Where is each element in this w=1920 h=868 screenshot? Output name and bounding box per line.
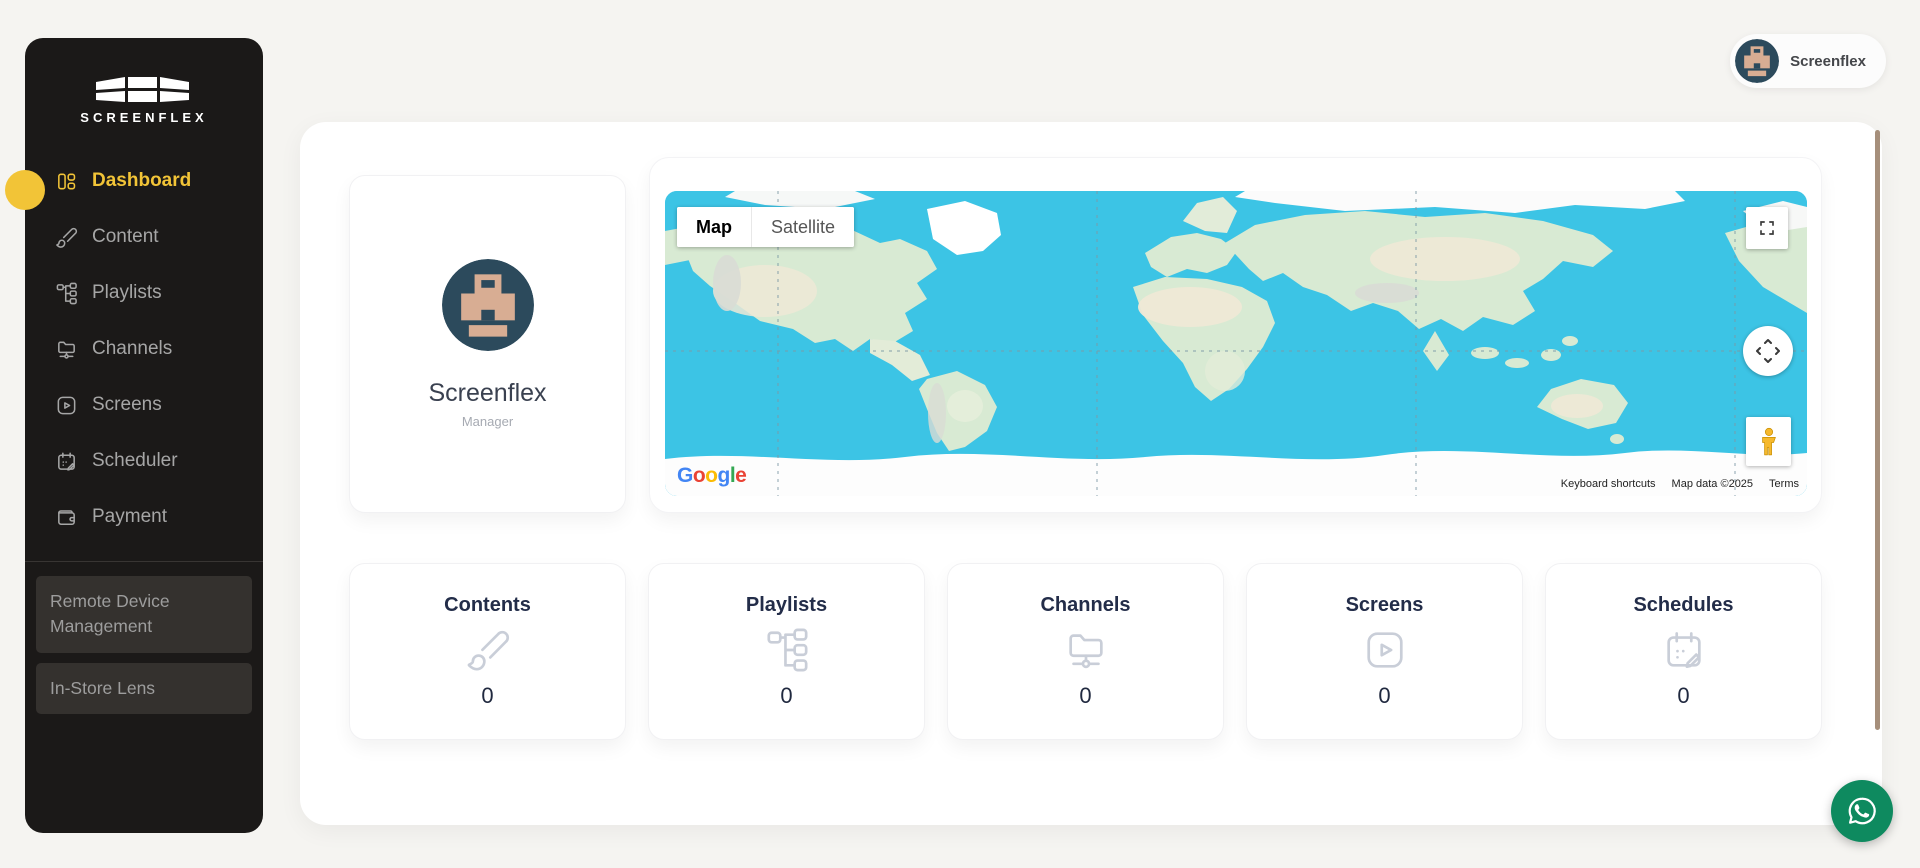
brand-logo: SCREENFLEX <box>25 38 263 125</box>
main-content-card: Screenflex Manager <box>300 122 1882 825</box>
stat-label: Channels <box>1040 594 1130 617</box>
pan-arrows-icon <box>1753 336 1783 366</box>
sidebar: SCREENFLEX Dashboard Content <box>25 38 263 833</box>
stat-value: 0 <box>1677 683 1689 709</box>
sidebar-item-content[interactable]: Content <box>25 209 263 265</box>
sidebar-module-remote-device-management[interactable]: Remote Device Management <box>36 576 252 653</box>
stat-label: Playlists <box>746 594 827 617</box>
stat-label: Schedules <box>1633 594 1733 617</box>
map-attribution: Keyboard shortcuts Map data ©2025 Terms <box>1561 478 1799 490</box>
whatsapp-icon <box>1845 794 1879 828</box>
google-letter: G <box>677 464 693 487</box>
module-label: Remote Device Management <box>50 591 170 636</box>
user-avatar <box>1735 39 1779 83</box>
sidebar-item-label: Scheduler <box>92 450 178 472</box>
google-logo[interactable]: Google <box>677 464 746 488</box>
sidebar-item-dashboard[interactable]: Dashboard <box>25 153 263 209</box>
sidebar-item-screens[interactable]: Screens <box>25 377 263 433</box>
map-data-label: Map data ©2025 <box>1672 478 1754 490</box>
whatsapp-chat-button[interactable] <box>1831 780 1893 842</box>
map-type-map-button[interactable]: Map <box>677 207 751 247</box>
user-menu-pill[interactable]: Screenflex <box>1730 34 1886 88</box>
stat-value: 0 <box>481 683 493 709</box>
sidebar-module-in-store-lens[interactable]: In-Store Lens <box>36 663 252 714</box>
keyboard-shortcuts-link[interactable]: Keyboard shortcuts <box>1561 478 1656 490</box>
sidebar-item-label: Screens <box>92 394 162 416</box>
google-letter: g <box>718 464 730 487</box>
paintbrush-icon <box>55 226 78 249</box>
sidebar-item-label: Playlists <box>92 282 162 304</box>
google-letter: o <box>705 464 717 487</box>
profile-card: Screenflex Manager <box>349 175 626 513</box>
hierarchy-icon <box>55 282 78 305</box>
map-type-control: Map Satellite <box>677 207 854 247</box>
sidebar-item-playlists[interactable]: Playlists <box>25 265 263 321</box>
sidebar-item-channels[interactable]: Channels <box>25 321 263 377</box>
play-square-icon <box>1362 627 1408 673</box>
module-label: In-Store Lens <box>50 678 155 698</box>
pegman-icon <box>1758 427 1780 457</box>
sidebar-item-scheduler[interactable]: Scheduler <box>25 433 263 489</box>
fullscreen-icon <box>1758 219 1776 237</box>
map-card: Map Satellite <box>649 157 1822 513</box>
brand-name: SCREENFLEX <box>80 110 207 125</box>
stat-card-playlists[interactable]: Playlists 0 <box>648 563 925 740</box>
hierarchy-icon <box>764 627 810 673</box>
dashboard-icon <box>55 170 78 193</box>
sidebar-item-label: Payment <box>92 506 167 528</box>
sidebar-item-label: Channels <box>92 338 172 360</box>
stat-label: Contents <box>444 594 531 617</box>
terms-link[interactable]: Terms <box>1769 478 1799 490</box>
map-fullscreen-button[interactable] <box>1746 207 1788 249</box>
google-map[interactable]: Map Satellite <box>665 191 1807 496</box>
stat-card-screens[interactable]: Screens 0 <box>1246 563 1523 740</box>
wallet-icon <box>55 506 78 529</box>
sidebar-divider <box>25 561 263 562</box>
stat-card-contents[interactable]: Contents 0 <box>349 563 626 740</box>
stat-label: Screens <box>1346 594 1424 617</box>
stat-value: 0 <box>780 683 792 709</box>
play-square-icon <box>55 394 78 417</box>
stat-card-channels[interactable]: Channels 0 <box>947 563 1224 740</box>
stat-value: 0 <box>1378 683 1390 709</box>
videowall-logo-icon <box>96 74 192 106</box>
sidebar-menu: Dashboard Content Playlists <box>25 153 263 545</box>
vertical-scrollbar[interactable] <box>1875 130 1880 730</box>
map-type-satellite-button[interactable]: Satellite <box>751 207 854 247</box>
sidebar-item-payment[interactable]: Payment <box>25 489 263 545</box>
calendar-edit-icon <box>1661 627 1707 673</box>
folder-network-icon <box>55 338 78 361</box>
google-letter: o <box>693 464 705 487</box>
folder-network-icon <box>1063 627 1109 673</box>
calendar-edit-icon <box>55 450 78 473</box>
user-name: Screenflex <box>1790 53 1866 70</box>
profile-avatar <box>442 259 534 351</box>
stat-value: 0 <box>1079 683 1091 709</box>
sidebar-item-label: Content <box>92 226 159 248</box>
google-letter: e <box>735 464 746 487</box>
pegman-streetview-button[interactable] <box>1746 417 1791 466</box>
profile-name: Screenflex <box>428 379 546 408</box>
sidebar-item-label: Dashboard <box>92 170 191 192</box>
map-pan-control[interactable] <box>1743 326 1793 376</box>
profile-role: Manager <box>462 414 513 429</box>
stats-row: Contents 0 Playlists 0 Ch <box>349 563 1822 740</box>
stat-card-schedules[interactable]: Schedules 0 <box>1545 563 1822 740</box>
dashboard-page: SCREENFLEX Dashboard Content <box>0 0 1920 868</box>
paintbrush-icon <box>465 627 511 673</box>
